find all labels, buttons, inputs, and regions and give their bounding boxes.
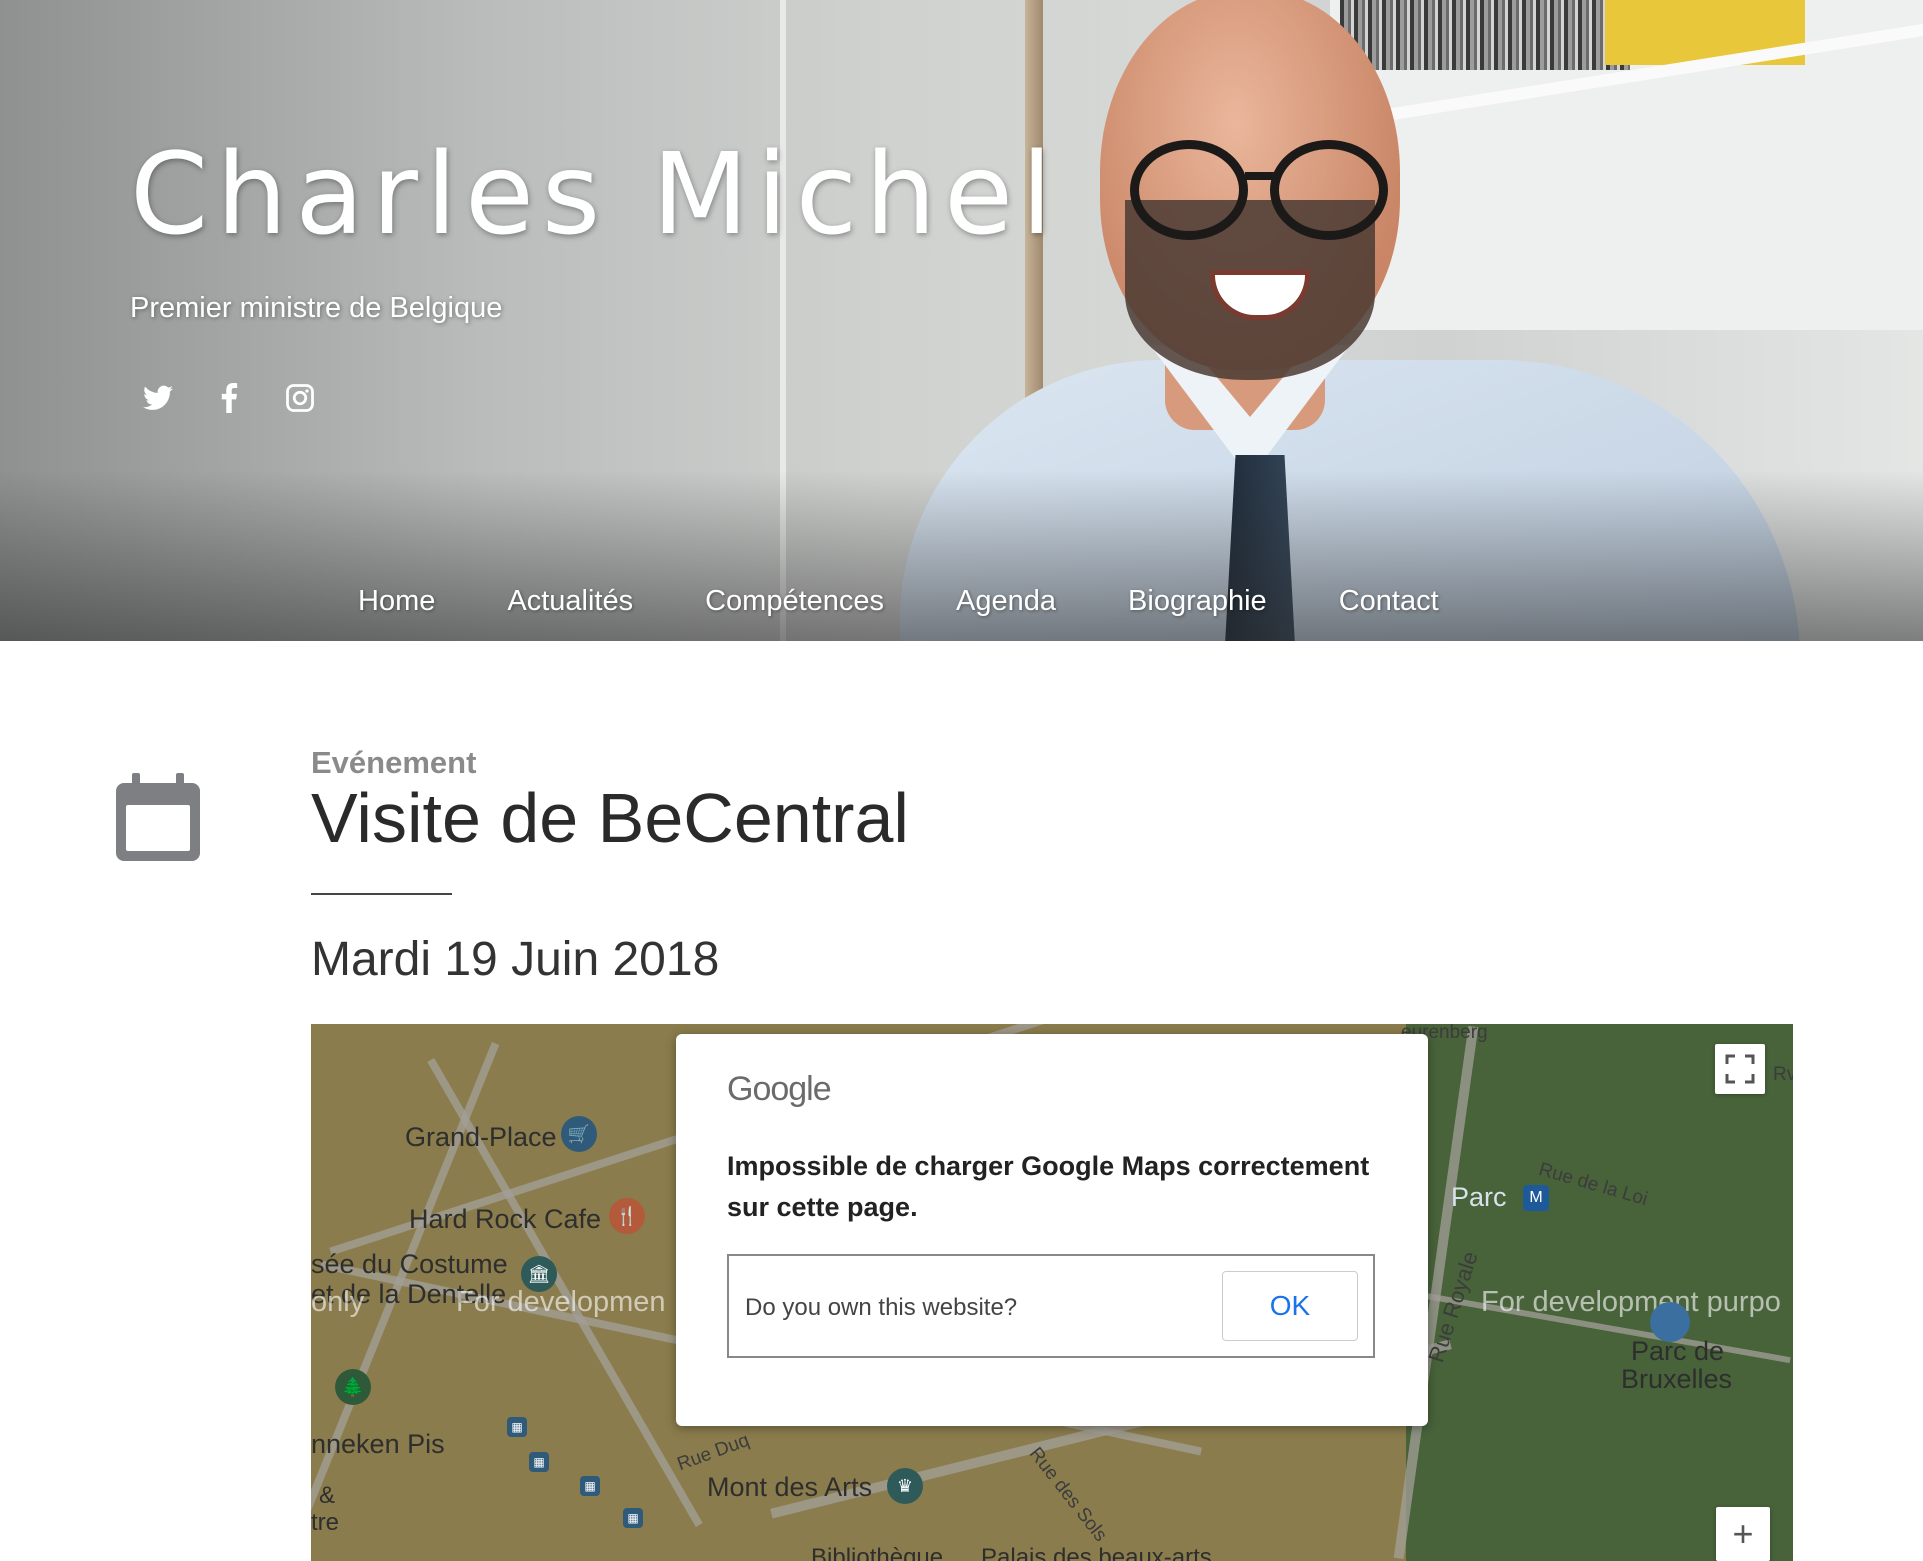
maps-error-dialog: Google Impossible de charger Google Maps… [676, 1034, 1428, 1426]
map-label: nneken Pis [311, 1429, 445, 1459]
map-label: Parc de [1631, 1336, 1725, 1366]
nav-agenda[interactable]: Agenda [956, 585, 1056, 618]
maps-error-message: Impossible de charger Google Maps correc… [727, 1151, 1370, 1222]
portrait-glasses-bridge [1245, 172, 1275, 180]
event-type-label: Evénement [311, 745, 477, 780]
portrait-glasses-right [1270, 140, 1388, 240]
map-watermark: For development purpo [1481, 1286, 1781, 1318]
event-date: Mardi 19 Juin 2018 [311, 933, 720, 986]
shopping-cart-icon[interactable]: 🛒 [561, 1116, 597, 1152]
bus-stop-icon[interactable]: ▦ [623, 1508, 643, 1528]
metro-icon[interactable]: M [1523, 1185, 1549, 1211]
map-watermark: only [311, 1286, 365, 1318]
fullscreen-button[interactable] [1715, 1044, 1765, 1094]
nav-competences[interactable]: Compétences [705, 585, 884, 618]
social-links [140, 380, 318, 416]
facebook-icon[interactable] [211, 380, 247, 416]
event-title: Visite de BeCentral [311, 779, 909, 857]
map-label: Palais des beaux-arts [981, 1544, 1212, 1561]
map-label: Bruxelles [1621, 1364, 1733, 1394]
nav-actualites[interactable]: Actualités [507, 585, 633, 618]
twitter-icon[interactable] [140, 380, 176, 416]
nav-contact[interactable]: Contact [1339, 585, 1439, 618]
nav-biographie[interactable]: Biographie [1128, 585, 1267, 618]
calendar-icon [114, 773, 202, 863]
portrait-glasses-left [1130, 140, 1248, 240]
hero-background-books [1340, 0, 1630, 70]
bus-stop-icon[interactable]: ▦ [529, 1452, 549, 1472]
map-street-label: Rv [1773, 1064, 1793, 1085]
tree-icon[interactable]: 🌲 [335, 1369, 371, 1405]
fullscreen-icon [1725, 1054, 1755, 1084]
map-label: Mont des Arts [707, 1472, 873, 1502]
title-divider [311, 893, 452, 895]
nav-home[interactable]: Home [358, 585, 435, 618]
ok-button[interactable]: OK [1222, 1271, 1358, 1341]
bus-stop-icon[interactable]: ▦ [580, 1476, 600, 1496]
map-label: sée du Costume [311, 1249, 508, 1279]
bus-stop-icon[interactable]: ▦ [507, 1417, 527, 1437]
hero-banner: Charles Michel Premier ministre de Belgi… [0, 0, 1923, 641]
map-label: & [319, 1482, 336, 1509]
map-label: Grand-Place [405, 1122, 557, 1152]
instagram-icon[interactable] [282, 380, 318, 416]
map-label: tre [311, 1509, 340, 1536]
map-label: Bibliothèque [811, 1544, 944, 1561]
map-watermark: For developmen [456, 1286, 666, 1318]
restaurant-icon[interactable]: 🍴 [609, 1198, 645, 1234]
own-website-box: Do you own this website? OK [727, 1254, 1375, 1358]
map-label: Hard Rock Cafe [409, 1204, 602, 1234]
landmark-icon[interactable]: ♛ [887, 1468, 923, 1504]
main-nav: Home Actualités Compétences Agenda Biogr… [358, 585, 1439, 618]
zoom-in-button[interactable]: + [1716, 1507, 1770, 1561]
own-website-question: Do you own this website? [745, 1294, 1018, 1321]
google-logo: Google [727, 1070, 832, 1108]
map-label: Parc [1451, 1182, 1507, 1212]
site-subtitle: Premier ministre de Belgique [130, 292, 503, 324]
site-title: Charles Michel [130, 130, 1061, 260]
